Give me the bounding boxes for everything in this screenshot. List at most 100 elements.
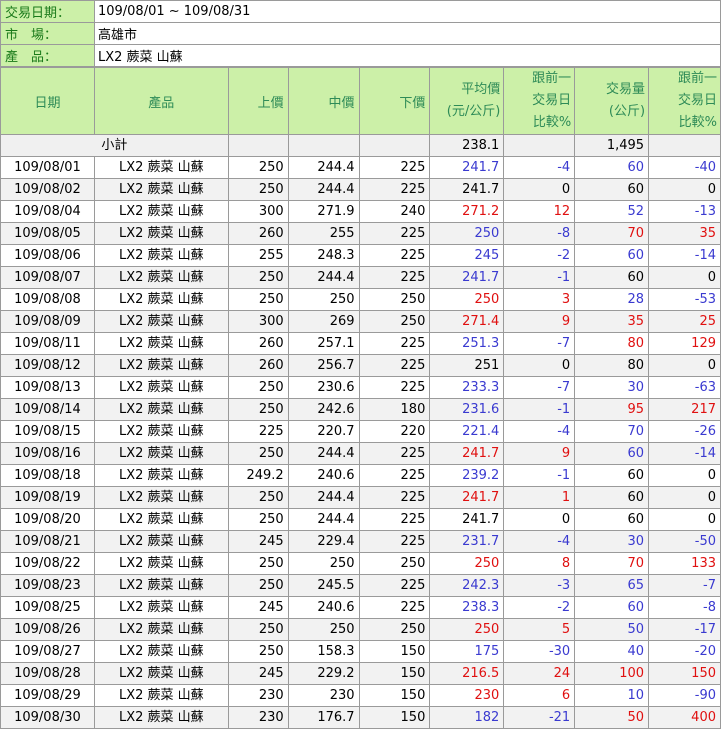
cell-upper: 245	[227, 662, 289, 685]
cell-lower: 225	[358, 156, 431, 179]
cell-product: LX2 蕨菜 山蘇	[93, 596, 229, 619]
cell-middle: 256.7	[287, 354, 360, 377]
cell-product: LX2 蕨菜 山蘇	[93, 398, 229, 421]
cell-upper: 230	[227, 706, 289, 729]
cell-date: 109/08/23	[0, 574, 95, 597]
cell-upper: 250	[227, 156, 289, 179]
cell-volume: 60	[574, 596, 650, 619]
cell-middle: 176.7	[287, 706, 360, 729]
cell-volume-compare: 35	[648, 222, 721, 245]
table-row: 109/08/19 LX2 蕨菜 山蘇 250 244.4 225 241.7 1 60 0	[0, 486, 721, 509]
cell-middle: 255	[287, 222, 360, 245]
market-label: 市 場：	[0, 22, 95, 45]
cell-avg-compare: 12	[503, 200, 576, 223]
cell-lower: 225	[358, 508, 431, 531]
cell-product: LX2 蕨菜 山蘇	[93, 266, 229, 289]
col-header-volume: 交易量 (公斤)	[574, 67, 650, 135]
cell-volume-compare: -63	[648, 376, 721, 399]
cell-middle: 220.7	[287, 420, 360, 443]
cell-date: 109/08/19	[0, 486, 95, 509]
table-row: 109/08/26 LX2 蕨菜 山蘇 250 250 250 250 5 50 -17	[0, 618, 721, 641]
cell-volume: 65	[574, 574, 650, 597]
cell-avg-compare: 9	[503, 442, 576, 465]
cell-avg: 245	[429, 244, 505, 267]
cell-volume: 30	[574, 530, 650, 553]
table-row: 109/08/11 LX2 蕨菜 山蘇 260 257.1 225 251.3 -7 80 12…	[0, 332, 721, 355]
cell-date: 109/08/06	[0, 244, 95, 267]
cell-date: 109/08/08	[0, 288, 95, 311]
cell-upper: 245	[227, 596, 289, 619]
cell-product: LX2 蕨菜 山蘇	[93, 332, 229, 355]
product-row: 產 品： LX2 蕨菜 山蘇	[0, 44, 721, 67]
cell-date: 109/08/09	[0, 310, 95, 333]
cell-lower: 225	[358, 442, 431, 465]
cell-lower: 250	[358, 288, 431, 311]
subtotal-volume: 1,495	[574, 134, 650, 157]
cell-lower: 225	[358, 266, 431, 289]
cell-middle: 257.1	[287, 332, 360, 355]
cell-volume: 60	[574, 178, 650, 201]
cell-middle: 240.6	[287, 464, 360, 487]
cell-avg: 231.7	[429, 530, 505, 553]
cell-product: LX2 蕨菜 山蘇	[93, 640, 229, 663]
cell-lower: 225	[358, 486, 431, 509]
cell-product: LX2 蕨菜 山蘇	[93, 662, 229, 685]
cell-middle: 244.4	[287, 442, 360, 465]
cell-volume-compare: -8	[648, 596, 721, 619]
cell-avg: 271.2	[429, 200, 505, 223]
cell-lower: 225	[358, 222, 431, 245]
cell-avg: 250	[429, 618, 505, 641]
cell-avg: 239.2	[429, 464, 505, 487]
cell-upper: 250	[227, 178, 289, 201]
cell-avg-compare: -8	[503, 222, 576, 245]
cell-avg-compare: 3	[503, 288, 576, 311]
cell-middle: 244.4	[287, 156, 360, 179]
cell-product: LX2 蕨菜 山蘇	[93, 156, 229, 179]
cell-volume-compare: 133	[648, 552, 721, 575]
cell-volume: 80	[574, 354, 650, 377]
cell-upper: 249.2	[227, 464, 289, 487]
cell-upper: 300	[227, 200, 289, 223]
cell-upper: 250	[227, 618, 289, 641]
cell-product: LX2 蕨菜 山蘇	[93, 354, 229, 377]
cell-avg: 241.7	[429, 178, 505, 201]
cell-volume: 70	[574, 222, 650, 245]
market-row: 市 場： 高雄市	[0, 22, 721, 45]
table-row: 109/08/02 LX2 蕨菜 山蘇 250 244.4 225 241.7 0 60 0	[0, 178, 721, 201]
cell-upper: 260	[227, 332, 289, 355]
cell-lower: 250	[358, 618, 431, 641]
cell-date: 109/08/15	[0, 420, 95, 443]
col-header-volume-compare-line3: 比較%	[678, 115, 717, 130]
cell-avg: 242.3	[429, 574, 505, 597]
cell-avg: 238.3	[429, 596, 505, 619]
cell-avg-compare: -4	[503, 530, 576, 553]
cell-middle: 271.9	[287, 200, 360, 223]
product-label: 產 品：	[0, 44, 95, 67]
cell-date: 109/08/27	[0, 640, 95, 663]
cell-volume: 60	[574, 156, 650, 179]
col-header-avg-line1: 平均價	[461, 82, 501, 97]
cell-lower: 225	[358, 178, 431, 201]
col-header-volume-line1: 交易量	[606, 82, 646, 97]
cell-volume: 60	[574, 464, 650, 487]
cell-avg: 251	[429, 354, 505, 377]
table-row: 109/08/08 LX2 蕨菜 山蘇 250 250 250 250 3 28 -53	[0, 288, 721, 311]
cell-volume-compare: 0	[648, 464, 721, 487]
cell-volume-compare: 25	[648, 310, 721, 333]
table-row: 109/08/15 LX2 蕨菜 山蘇 225 220.7 220 221.4 -4 70 -2…	[0, 420, 721, 443]
cell-avg-compare: 0	[503, 354, 576, 377]
table-row: 109/08/25 LX2 蕨菜 山蘇 245 240.6 225 238.3 -2 60 -8	[0, 596, 721, 619]
cell-date: 109/08/07	[0, 266, 95, 289]
cell-avg: 271.4	[429, 310, 505, 333]
cell-avg-compare: 0	[503, 178, 576, 201]
cell-upper: 250	[227, 398, 289, 421]
cell-volume-compare: 0	[648, 508, 721, 531]
cell-lower: 240	[358, 200, 431, 223]
cell-product: LX2 蕨菜 山蘇	[93, 200, 229, 223]
cell-middle: 240.6	[287, 596, 360, 619]
cell-upper: 250	[227, 266, 289, 289]
cell-volume-compare: 0	[648, 266, 721, 289]
cell-date: 109/08/30	[0, 706, 95, 729]
cell-upper: 250	[227, 486, 289, 509]
cell-product: LX2 蕨菜 山蘇	[93, 442, 229, 465]
